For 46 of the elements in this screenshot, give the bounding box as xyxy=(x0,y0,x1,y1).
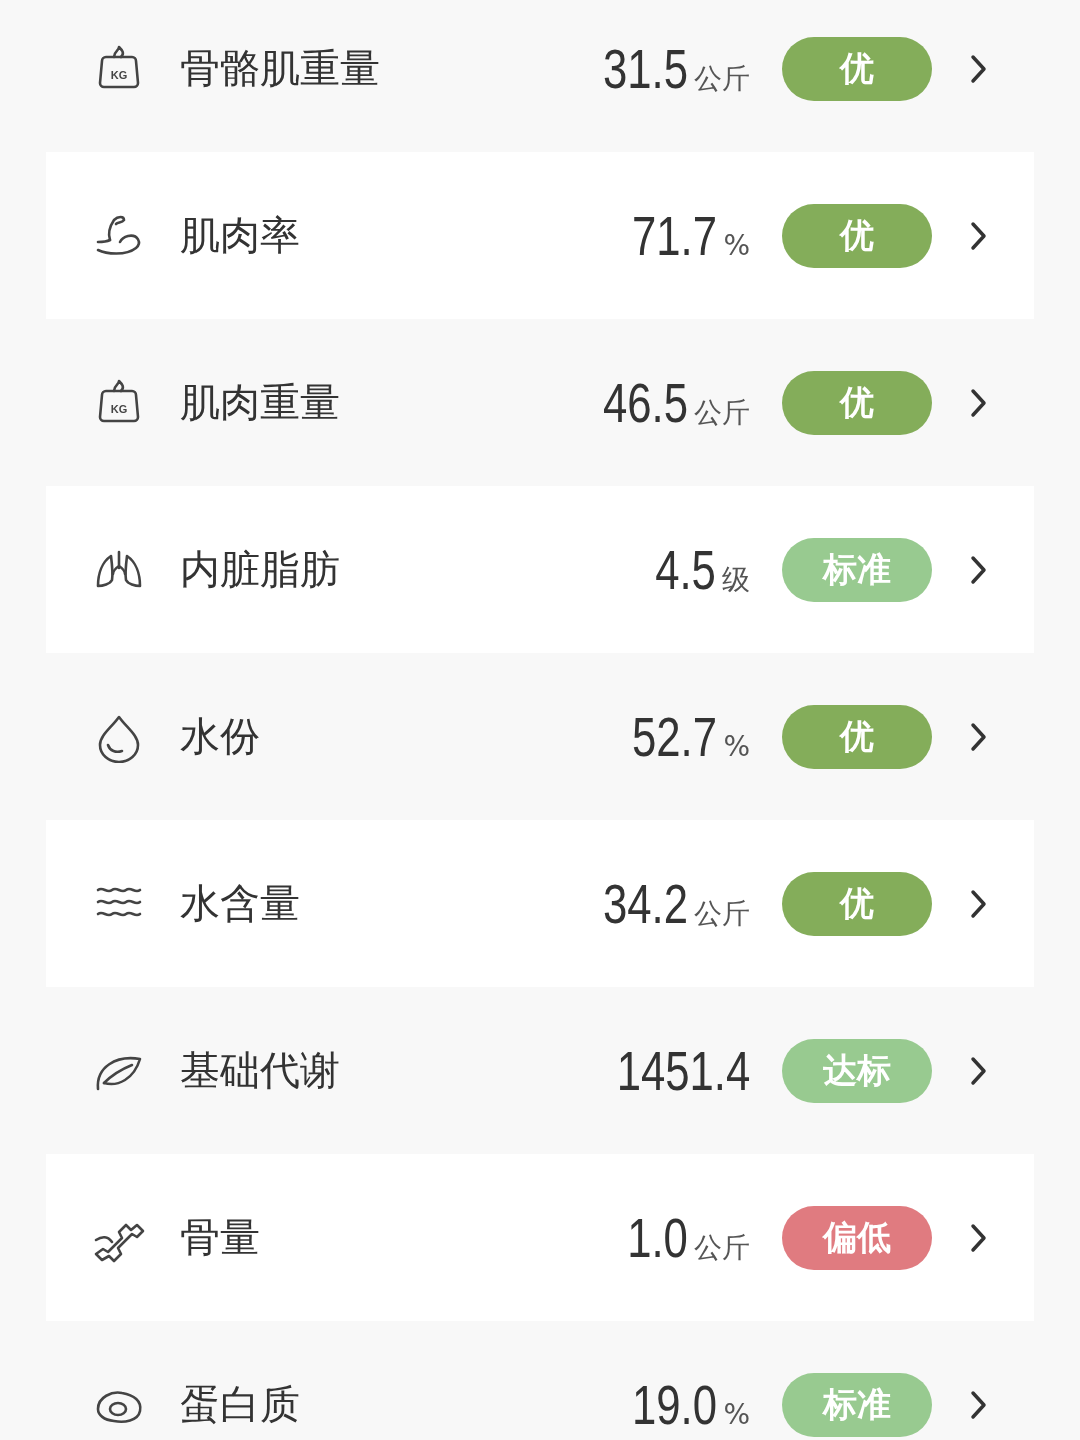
status-badge: 优 xyxy=(782,203,932,268)
status-badge: 优 xyxy=(782,704,932,769)
lungs-icon xyxy=(96,550,142,587)
metric-name: 蛋白质 xyxy=(180,1380,301,1429)
unit-label: % xyxy=(723,1398,750,1431)
bone-icon xyxy=(94,1223,145,1262)
metric-value: 71.7 xyxy=(632,203,718,268)
metric-value: 31.5 xyxy=(603,36,688,101)
status-badge: 优 xyxy=(782,871,932,936)
unit-label: 公斤 xyxy=(694,896,750,932)
kg-label: KG xyxy=(110,68,128,81)
flexed-arm-icon xyxy=(96,215,141,255)
water-drop-icon xyxy=(98,715,140,763)
metric-name: 肌肉率 xyxy=(180,211,301,260)
metric-value: 46.5 xyxy=(603,370,688,435)
metric-value: 19.0 xyxy=(632,1372,718,1437)
waves-icon xyxy=(96,887,142,916)
metric-name: 骨骼肌重量 xyxy=(180,44,381,93)
unit-label: 公斤 xyxy=(694,1230,750,1266)
metric-value: 4.5 xyxy=(655,537,716,602)
kg-label: KG xyxy=(110,402,128,415)
unit-label: % xyxy=(723,229,750,262)
status-badge: 偏低 xyxy=(782,1205,932,1270)
metric-value: 34.2 xyxy=(603,871,688,936)
weight-icon xyxy=(98,45,140,88)
metric-value: 52.7 xyxy=(632,704,718,769)
metric-name: 水份 xyxy=(180,712,261,761)
metric-value: 1451.4 xyxy=(616,1038,750,1103)
unit-label: 级 xyxy=(722,562,750,598)
weight-icon xyxy=(98,379,140,422)
metric-name: 骨量 xyxy=(180,1213,261,1262)
metric-name: 肌肉重量 xyxy=(180,378,341,427)
leaf-icon xyxy=(96,1056,142,1090)
metric-name: 内脏脂肪 xyxy=(180,545,341,594)
status-badge: 标准 xyxy=(782,1372,932,1437)
metric-value: 1.0 xyxy=(627,1205,688,1270)
status-badge: 优 xyxy=(782,36,932,101)
status-badge: 达标 xyxy=(782,1038,932,1103)
metric-name: 水含量 xyxy=(180,879,301,928)
unit-label: 公斤 xyxy=(694,61,750,97)
unit-label: 公斤 xyxy=(694,395,750,431)
status-badge: 标准 xyxy=(782,537,932,602)
metric-name: 基础代谢 xyxy=(180,1046,341,1095)
egg-icon xyxy=(96,1390,142,1423)
status-badge: 优 xyxy=(782,370,932,435)
unit-label: % xyxy=(723,730,750,763)
